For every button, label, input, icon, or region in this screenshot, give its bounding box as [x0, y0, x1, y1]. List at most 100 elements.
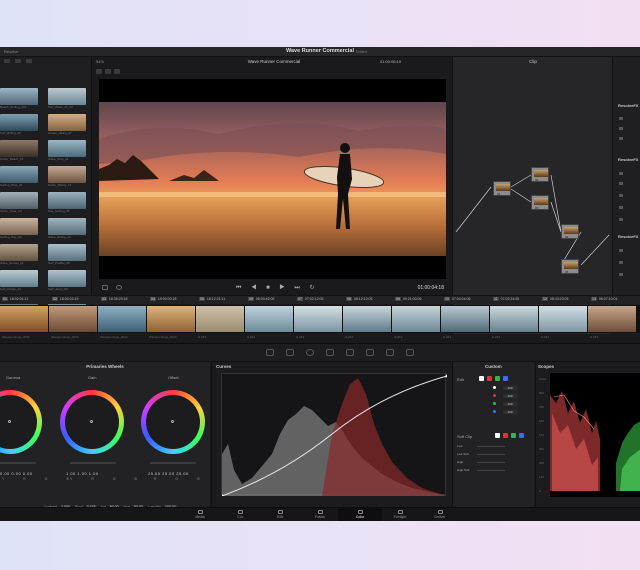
low-soft-slider[interactable] — [477, 454, 505, 455]
custom-value[interactable]: 100 — [503, 386, 517, 390]
tab-edit[interactable]: Edit — [258, 508, 302, 521]
node-03[interactable]: 03 — [531, 195, 549, 210]
gamma-wheel[interactable] — [0, 390, 42, 454]
timeline-clip[interactable] — [343, 306, 391, 332]
timeline-clip[interactable] — [392, 306, 440, 332]
timeline-clip[interactable] — [98, 306, 146, 332]
timeline-clip[interactable] — [441, 306, 489, 332]
media-item[interactable]: Beach_Surfing_001 — [0, 88, 38, 109]
fx-item[interactable] — [619, 261, 623, 264]
tab-deliver[interactable]: Deliver — [418, 508, 462, 521]
highlight-icon[interactable] — [114, 69, 120, 74]
grid-view-icon[interactable] — [4, 59, 10, 63]
timeline-clip[interactable] — [147, 306, 195, 332]
low-slider[interactable] — [477, 446, 505, 447]
high-soft-slider[interactable] — [477, 470, 505, 471]
fx-item[interactable] — [619, 172, 623, 175]
soft-green-button[interactable] — [511, 433, 516, 438]
timeline-clip[interactable] — [588, 306, 636, 332]
timeline-clip[interactable] — [0, 306, 48, 332]
timeline-clip[interactable] — [539, 306, 587, 332]
media-item[interactable]: Wave_Shot_14 — [48, 140, 86, 161]
sizing-icon[interactable] — [386, 349, 394, 356]
sort-icon[interactable] — [26, 59, 33, 63]
soft-blue-button[interactable] — [519, 433, 524, 438]
timeline-clip[interactable] — [196, 306, 244, 332]
audio-icon[interactable] — [116, 285, 122, 290]
tab-fairlight[interactable]: Fairlight — [378, 508, 422, 521]
custom-value[interactable]: 100 — [503, 394, 517, 398]
gamma-master-slider[interactable] — [0, 462, 36, 464]
media-item[interactable]: Surf_Paddle_08 — [48, 244, 86, 265]
list-view-icon[interactable] — [15, 59, 22, 63]
curve-editor[interactable] — [220, 373, 449, 498]
timeline-clip[interactable] — [245, 306, 293, 332]
tab-fusion[interactable]: Fusion — [298, 508, 342, 521]
media-item[interactable]: Surfer_Riding_19 — [48, 166, 86, 187]
blue-dot — [493, 410, 496, 413]
node-02[interactable]: 02 — [531, 167, 549, 182]
timeline-clip[interactable] — [294, 306, 342, 332]
red-channel-button[interactable] — [487, 376, 492, 381]
soft-luma-button[interactable] — [495, 433, 500, 438]
tab-cut[interactable]: Cut — [218, 508, 262, 521]
wipe-icon[interactable] — [96, 69, 102, 74]
media-item[interactable]: Sea_Surfing_05 — [48, 192, 86, 213]
playback-controls[interactable]: ⏮ ◀ ■ ▶ ⏭ ↻ — [236, 284, 319, 292]
media-item[interactable]: Surf_Wave_01_22 — [48, 88, 86, 109]
tab-color[interactable]: Color — [338, 508, 382, 521]
key-icon[interactable] — [366, 349, 374, 356]
node-04[interactable]: 04 — [561, 224, 579, 239]
fx-item[interactable] — [619, 194, 623, 197]
fx-item[interactable] — [619, 206, 623, 209]
node-01[interactable]: 01 — [493, 181, 511, 196]
pen-icon[interactable] — [102, 285, 108, 290]
tab-media[interactable]: Media — [178, 508, 222, 521]
soft-red-button[interactable] — [503, 433, 508, 438]
media-item[interactable]: Wave_Sunset_01 — [0, 244, 38, 265]
color-tools-bar — [0, 343, 640, 361]
media-item[interactable]: Surfing_Shot_22 — [0, 166, 38, 187]
fx-item[interactable] — [619, 249, 623, 252]
custom-value[interactable]: 100 — [503, 402, 517, 406]
sunset-surfer-frame — [99, 79, 446, 279]
media-item[interactable]: Surf_Ocean_11 — [0, 270, 38, 291]
node-05[interactable]: 05 — [561, 259, 579, 274]
luma-channel-button[interactable] — [479, 376, 484, 381]
tracker-icon[interactable] — [326, 349, 334, 356]
blue-channel-button[interactable] — [503, 376, 508, 381]
fx-item[interactable] — [619, 127, 623, 130]
media-item[interactable]: Ocean_Hiking_07 — [48, 114, 86, 135]
fx-item[interactable] — [619, 218, 623, 221]
high-slider[interactable] — [477, 462, 505, 463]
fx-item[interactable] — [619, 137, 623, 140]
gamma-puck[interactable] — [8, 420, 11, 423]
window-icon[interactable] — [306, 349, 314, 356]
3d-icon[interactable] — [406, 349, 414, 356]
offset-puck[interactable] — [171, 420, 174, 423]
fx-item[interactable] — [619, 117, 623, 120]
blur-icon[interactable] — [346, 349, 354, 356]
timeline-clip[interactable] — [49, 306, 97, 332]
picker-icon[interactable] — [286, 349, 294, 356]
offset-master-slider[interactable] — [150, 462, 196, 464]
fx-group[interactable]: ResolveFX — [618, 103, 638, 108]
split-icon[interactable] — [105, 69, 111, 74]
fx-group[interactable]: ResolveFX — [618, 157, 638, 162]
wand-icon[interactable] — [266, 349, 274, 356]
media-item[interactable]: Surfing_Day_03 — [0, 218, 38, 239]
media-item[interactable]: Wave_Riding_12 — [48, 218, 86, 239]
timeline-clip[interactable] — [490, 306, 538, 332]
media-item[interactable]: Surfer_Pose_04 — [0, 192, 38, 213]
media-item[interactable]: Surfer_Beach_10 — [0, 140, 38, 161]
custom-value[interactable]: 100 — [503, 410, 517, 414]
fx-item[interactable] — [619, 182, 623, 185]
video-viewer[interactable] — [99, 79, 446, 279]
gain-master-slider[interactable] — [70, 462, 116, 464]
fx-group[interactable]: ResolveFX — [618, 234, 638, 239]
media-item[interactable]: Surf_Jump_09 — [48, 270, 86, 291]
fx-item[interactable] — [619, 273, 623, 276]
green-channel-button[interactable] — [495, 376, 500, 381]
gain-puck[interactable] — [90, 420, 93, 423]
media-item[interactable]: Surf_Riding_02 — [0, 114, 38, 135]
